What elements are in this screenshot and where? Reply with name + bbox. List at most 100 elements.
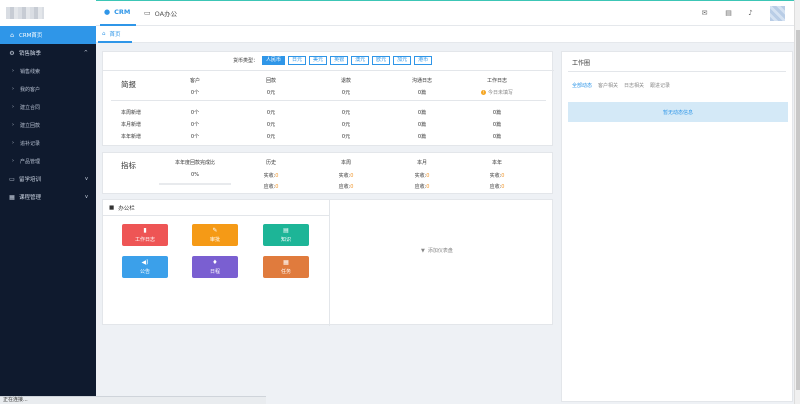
currency-option-usd[interactable]: 美元	[309, 56, 328, 65]
sidebar-item-label: 建立合同	[20, 104, 41, 111]
completion-value: 0%	[191, 172, 199, 178]
tile-schedule[interactable]: ♦ 日程	[192, 256, 238, 278]
breadcrumb-indicator	[98, 41, 132, 43]
mail-icon[interactable]: ✉	[700, 9, 709, 18]
tab-all-activity[interactable]: 全部动态	[572, 82, 592, 89]
tab-customer[interactable]: 客户相关	[598, 82, 618, 89]
sidebar-item-label: 追补记录	[20, 140, 41, 147]
tile-task[interactable]: ▦ 任务	[263, 256, 309, 278]
tile-knowledge[interactable]: ▤ 知识	[263, 224, 309, 246]
sidebar-item-sales[interactable]: ⚙ 销售脑季 ^	[0, 44, 96, 62]
sidebar-subitem-my-customers[interactable]: › 我的客户	[0, 80, 96, 98]
workbench-title: 工作圈	[572, 60, 591, 67]
sidebar-item-label: 留学培训	[19, 177, 42, 183]
tile-announcement[interactable]: ◀) 公告	[122, 256, 168, 278]
sidebar-item-label: 课程管理	[19, 195, 42, 201]
sidebar-subitem-contracts[interactable]: › 建立合同	[0, 98, 96, 116]
row-value: 0个	[190, 122, 200, 128]
calendar-icon: ▦	[283, 259, 289, 266]
actual-label: 实收:	[489, 173, 502, 179]
logo-image	[6, 7, 44, 19]
scrollbar[interactable]	[794, 0, 800, 404]
row-value: 0元	[266, 110, 276, 116]
sidebar-item-study-abroad[interactable]: ▭ 留学培训 v	[0, 170, 96, 188]
sidebar-item-crm-home[interactable]: ⌂ CRM首页	[0, 26, 96, 44]
sidebar-subitem-products[interactable]: › 产品管理	[0, 152, 96, 170]
actual-amount: 实收:0	[392, 172, 452, 179]
sidebar-item-label: 销售脑季	[19, 51, 42, 57]
warning-icon: !	[480, 90, 486, 95]
add-dashboard-label: 添加仪表盘	[427, 248, 453, 254]
sidebar-subitem-payments[interactable]: › 建立回款	[0, 116, 96, 134]
total-value: 0元	[341, 90, 351, 96]
chevron-up-icon: ^	[83, 50, 88, 56]
tab-log[interactable]: 日志相关	[624, 82, 644, 89]
sidebar: ⌂ CRM首页 ⚙ 销售脑季 ^ › 销售线索 › 我的客户 › 建立合同 › 建立回款…	[0, 0, 96, 396]
due-amount: 应收:0	[392, 183, 452, 190]
tile-label: 日程	[209, 269, 220, 275]
tab-followup[interactable]: 跟进记录	[650, 82, 670, 89]
indicators-title: 指标	[121, 161, 136, 170]
row-value: 0元	[341, 110, 351, 116]
breadcrumb-home[interactable]: ⌂ 首页	[102, 30, 121, 38]
row-value: 0元	[341, 122, 351, 128]
scrollbar-thumb[interactable]	[796, 30, 800, 390]
workbench-tabs: 全部动态 客户相关 日志相关 跟进记录	[572, 82, 676, 89]
column-header: 回款	[265, 78, 276, 84]
logo	[0, 0, 96, 26]
actual-value: 0	[426, 173, 430, 179]
avatar[interactable]	[770, 6, 785, 21]
currency-option-cad[interactable]: 加元	[393, 56, 412, 65]
due-value: 0	[275, 184, 279, 190]
currency-option-hkd[interactable]: 港币	[414, 56, 433, 65]
breadcrumb: ⌂ 首页	[96, 26, 794, 43]
app-tab-oa[interactable]: ▭ OA办公	[144, 8, 177, 18]
row-value: 0篇	[417, 110, 427, 116]
currency-label: 货币类型：	[233, 58, 259, 64]
tile-label: 公告	[139, 269, 150, 275]
chevron-down-icon: v	[85, 194, 88, 200]
row-label: 本月新增	[121, 122, 142, 128]
calendar-icon[interactable]: ▤	[724, 9, 733, 18]
currency-selector: 货币类型： 人民币 日元 美元 英镑 澳元 欧元 加元 港币	[233, 56, 435, 65]
tile-label: 知识	[280, 237, 291, 243]
chevron-right-icon: ›	[12, 86, 14, 92]
row-value: 0篇	[417, 134, 427, 140]
row-value: 0篇	[492, 110, 502, 116]
currency-option-gbp[interactable]: 英镑	[330, 56, 349, 65]
sidebar-item-label: 产品管理	[20, 158, 41, 165]
app-tab-crm[interactable]: ● CRM	[104, 8, 130, 16]
sidebar-subitem-leads[interactable]: › 销售线索	[0, 62, 96, 80]
sidebar-subitem-followups[interactable]: › 追补记录	[0, 134, 96, 152]
office-panel: ■ 办公栏 ▮ 工作日志 ✎ 审批 ▤ 知识 ◀) 公告 ♦ 日程 ▦ 任务 ▼…	[102, 199, 553, 326]
currency-option-jpy[interactable]: 日元	[288, 56, 307, 65]
due-amount: 应收:0	[467, 183, 527, 190]
gear-icon: ⚙	[9, 49, 15, 57]
column-header: 沟通日志	[411, 78, 432, 84]
worklog-status-text: 今日未填写	[487, 90, 513, 96]
book-icon: ▭	[9, 175, 15, 183]
bell-icon[interactable]: ♪	[746, 9, 755, 18]
sidebar-item-courses[interactable]: ▦ 课程管理 v	[0, 188, 96, 206]
book-icon: ▮	[143, 227, 147, 234]
edit-icon: ✎	[212, 227, 218, 234]
add-dashboard-button[interactable]: ▼ 添加仪表盘	[421, 247, 453, 255]
tile-work-log[interactable]: ▮ 工作日志	[122, 224, 168, 246]
tile-approval[interactable]: ✎ 审批	[192, 224, 238, 246]
currency-option-aud[interactable]: 澳元	[351, 56, 370, 65]
actual-amount: 实收:0	[241, 172, 301, 179]
actual-value: 0	[275, 173, 279, 179]
actual-value: 0	[350, 173, 354, 179]
row-value: 0个	[190, 134, 200, 140]
due-amount: 应收:0	[316, 183, 376, 190]
row-label: 本年新增	[121, 134, 142, 140]
divider	[568, 71, 786, 72]
row-value: 0篇	[417, 122, 427, 128]
pin-icon: ♦	[212, 259, 218, 266]
sidebar-item-label: 建立回款	[20, 122, 41, 129]
currency-option-cny[interactable]: 人民币	[262, 56, 286, 65]
currency-option-eur[interactable]: 欧元	[372, 56, 391, 65]
chevron-right-icon: ›	[12, 104, 14, 110]
row-value: 0篇	[492, 122, 502, 128]
completion-label: 本年度回款完成比	[174, 160, 215, 166]
